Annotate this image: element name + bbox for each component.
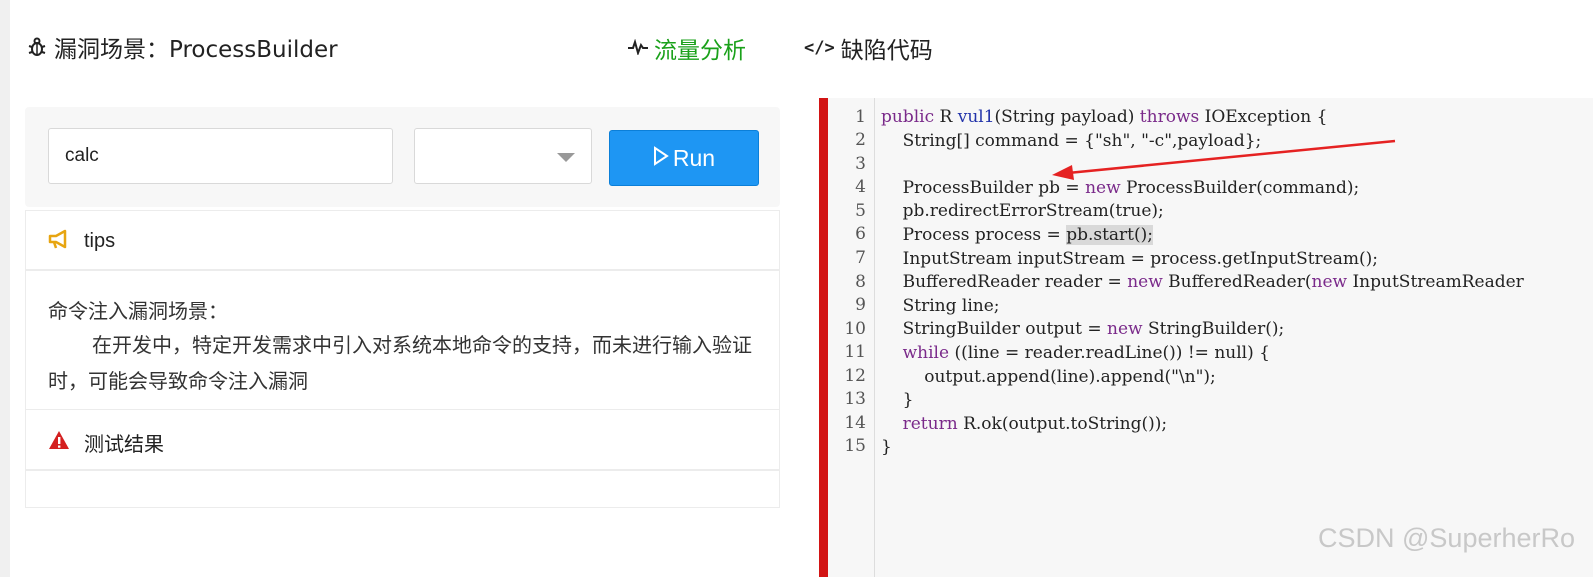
- line-number: 13: [844, 389, 866, 409]
- editor-accent-bar: [819, 98, 828, 577]
- command-input[interactable]: [48, 128, 393, 184]
- line-number-gutter: 1 2 3 4 5 6 7 8 9 10 11 12 13 14 15: [828, 98, 875, 577]
- tips-header: tips: [25, 210, 780, 270]
- chevron-down-icon: [557, 153, 575, 162]
- line-number: 11: [844, 342, 866, 362]
- tab-label: 缺陷代码: [840, 38, 933, 64]
- tab-vulnerable-code[interactable]: </> 缺陷代码: [804, 31, 933, 65]
- tips-title: tips: [84, 230, 116, 252]
- description-title: 命令注入漏洞场景：: [48, 299, 228, 323]
- watermark: CSDN @SuperherRo: [1318, 523, 1576, 553]
- run-button-label: Run: [672, 144, 716, 171]
- code-line: return R.ok(output.toString());: [902, 413, 1168, 434]
- line-number: 2: [855, 130, 866, 150]
- line-number: 4: [855, 177, 866, 197]
- code-line: while ((line = reader.readLine()) != nul…: [902, 343, 1270, 363]
- tab-label: 流量分析: [654, 38, 746, 64]
- tab-traffic-analysis[interactable]: 流量分析: [628, 31, 746, 65]
- line-number: 3: [855, 154, 866, 174]
- line-number: 10: [844, 319, 866, 339]
- result-output: [25, 470, 780, 508]
- line-number: 8: [855, 272, 866, 292]
- code-line: BufferedReader reader = new BufferedRead…: [881, 272, 1524, 293]
- play-icon: [653, 145, 669, 172]
- line-number: 5: [855, 201, 866, 221]
- description-text: 在开发中，特定开发需求中引入对系统本地命令的支持，而未进行输入验证时，可能会导致…: [48, 333, 752, 393]
- code-line: StringBuilder output = new StringBuilder…: [881, 319, 1285, 340]
- code-line: InputStream inputStream = process.getInp…: [881, 248, 1378, 269]
- result-title: 测试结果: [84, 432, 164, 456]
- line-number: 6: [855, 224, 866, 244]
- code-line: }: [881, 437, 892, 458]
- line-number: 1: [855, 107, 866, 127]
- code-icon: </>: [804, 38, 835, 58]
- page-title: 漏洞场景：ProcessBuilder: [26, 30, 338, 64]
- line-number: 9: [855, 295, 866, 315]
- code-line: public R vul1(String payload) throws IOE…: [881, 107, 1328, 127]
- code-line: String line;: [881, 295, 1000, 316]
- line-number: 12: [844, 366, 866, 386]
- warning-icon: [48, 430, 70, 455]
- code-line: pb.redirectErrorStream(true);: [881, 201, 1164, 222]
- left-edge-strip: [0, 0, 10, 577]
- arrow-annotation: [1052, 139, 1396, 180]
- code-line: output.append(line).append("\n");: [881, 366, 1216, 387]
- payload-select[interactable]: [414, 128, 592, 184]
- megaphone-icon: [48, 229, 70, 254]
- result-header: 测试结果: [25, 410, 780, 470]
- line-number: 15: [844, 436, 866, 456]
- line-number: 14: [844, 413, 866, 433]
- code-line: Process process = pb.start();: [881, 225, 1153, 245]
- page-title-text: 漏洞场景：ProcessBuilder: [54, 37, 338, 63]
- line-number: 7: [855, 248, 866, 268]
- code-line: }: [881, 390, 914, 411]
- run-button[interactable]: Run: [609, 130, 759, 186]
- activity-icon: [628, 35, 648, 61]
- bug-icon: [26, 36, 48, 58]
